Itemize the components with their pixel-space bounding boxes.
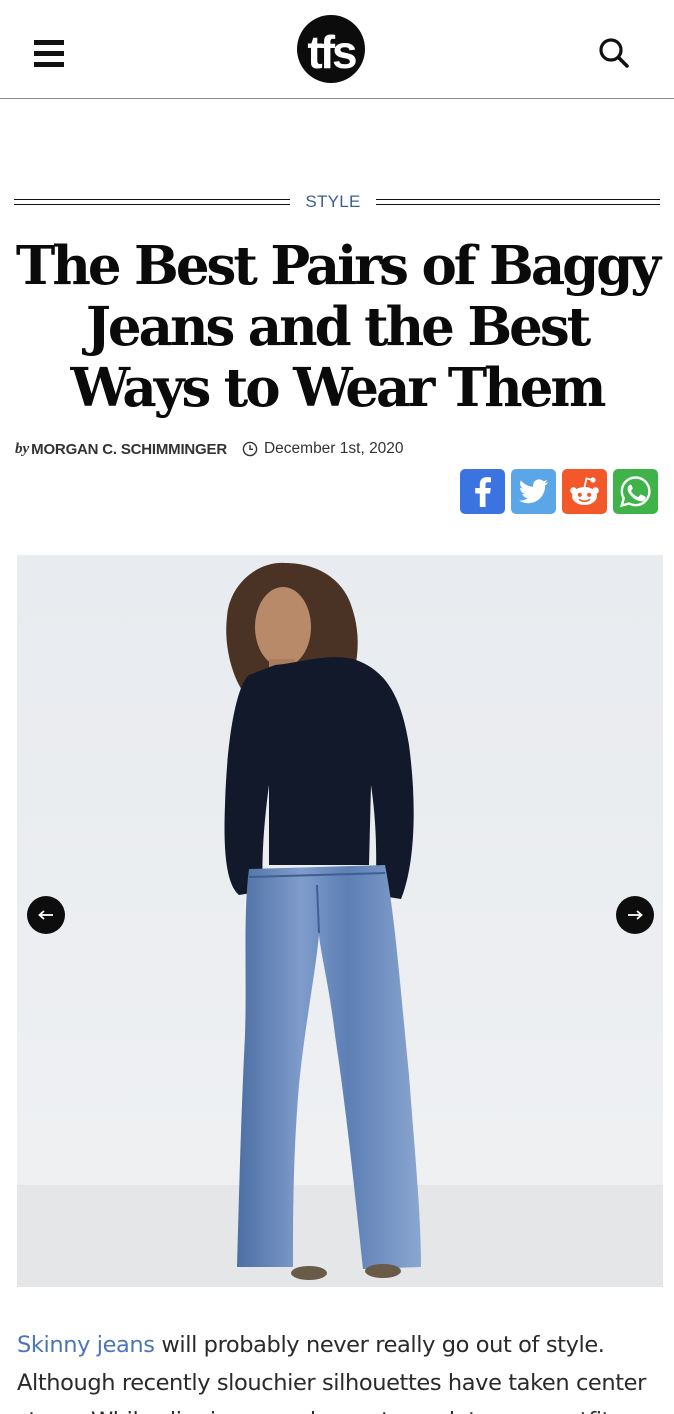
category-link[interactable]: STYLE (290, 192, 376, 212)
twitter-icon (519, 479, 548, 504)
share-twitter-button[interactable] (511, 469, 556, 514)
image-slider[interactable] (17, 555, 663, 1287)
facebook-icon (475, 477, 491, 507)
share-facebook-button[interactable] (460, 469, 505, 514)
reddit-icon (570, 477, 599, 505)
search-icon (599, 38, 629, 68)
site-logo[interactable]: tfs (297, 15, 365, 83)
site-header: tfs (0, 0, 674, 99)
skinny-jeans-link[interactable]: Skinny jeans (17, 1332, 155, 1358)
share-buttons (460, 469, 658, 514)
publish-date: December 1st, 2020 (263, 440, 404, 457)
article-body-paragraph: Skinny jeans will probably never really … (17, 1326, 663, 1414)
hero-image (17, 555, 663, 1287)
byline-prefix: by (15, 440, 30, 457)
slider-prev-button[interactable] (27, 896, 65, 934)
article-headline: The Best Pairs of Baggy Jeans and the Be… (15, 235, 661, 419)
arrow-left-icon (38, 910, 53, 920)
share-whatsapp-button[interactable] (613, 469, 658, 514)
arrow-right-icon (628, 910, 643, 920)
category-rule-right (376, 199, 660, 205)
author-link[interactable]: MORGAN C. SCHIMMINGER (31, 441, 227, 458)
share-reddit-button[interactable] (562, 469, 607, 514)
hamburger-icon (34, 40, 64, 45)
search-button[interactable] (598, 37, 630, 69)
hamburger-menu-button[interactable] (34, 40, 64, 68)
slider-next-button[interactable] (616, 896, 654, 934)
logo-text: tfs (307, 26, 357, 78)
whatsapp-icon (619, 476, 651, 508)
category-rule-left (14, 199, 290, 205)
clock-icon (242, 441, 258, 457)
category-row: STYLE (14, 190, 660, 216)
byline: by MORGAN C. SCHIMMINGER December 1st, 2… (15, 438, 404, 460)
